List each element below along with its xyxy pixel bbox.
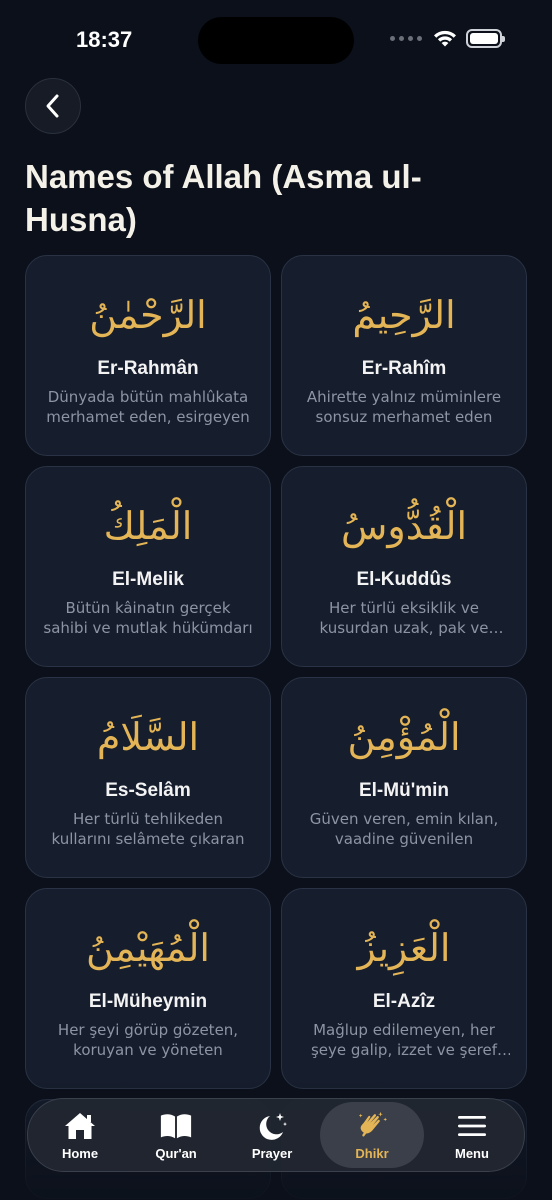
tab-label: Qur'an bbox=[155, 1146, 197, 1161]
hands-icon bbox=[355, 1109, 389, 1143]
transliteration: Es-Selâm bbox=[105, 780, 191, 801]
transliteration: El-Kuddûs bbox=[356, 569, 452, 590]
name-card[interactable]: الْمُؤْمِنُ El-Mü'min Güven veren, emin … bbox=[281, 677, 527, 878]
page-title: Names of Allah (Asma ul-Husna) bbox=[25, 158, 422, 238]
name-card[interactable]: الْمُهَيْمِنُ El-Müheymin Her şeyi görüp… bbox=[25, 888, 271, 1089]
name-card[interactable]: الرَّحْمٰنُ Er-Rahmân Dünyada bütün mahl… bbox=[25, 255, 271, 456]
description: Güven veren, emin kılan, vaadine güvenil… bbox=[309, 810, 499, 848]
tab-label: Home bbox=[61, 1146, 99, 1161]
description: Her türlü eksiklik ve kusurdan uzak, pak… bbox=[319, 599, 489, 637]
tab-label: Dhikr bbox=[355, 1146, 389, 1161]
tab-prayer[interactable]: Prayer bbox=[224, 1102, 320, 1168]
status-time: 18:37 bbox=[76, 27, 133, 52]
back-button[interactable] bbox=[25, 78, 81, 134]
arabic-name: الْمُؤْمِنُ bbox=[347, 715, 461, 759]
description: Her türlü tehlikeden kullarını selâmete … bbox=[51, 810, 245, 848]
cellular-signal-icon bbox=[390, 35, 422, 41]
names-grid: الرَّحْمٰنُ Er-Rahmân Dünyada bütün mahl… bbox=[25, 255, 527, 1199]
arabic-name: الْقُدُّوسُ bbox=[340, 504, 468, 548]
arabic-name: الْمُهَيْمِنُ bbox=[86, 926, 210, 970]
name-card[interactable]: السَّلَامُ Es-Selâm Her türlü tehlikeden… bbox=[25, 677, 271, 878]
name-card[interactable]: الْمَلِكُ El-Melik Bütün kâinatın gerçek… bbox=[25, 466, 271, 667]
transliteration: Er-Rahmân bbox=[97, 358, 199, 379]
arabic-name: الْعَزِيزُ bbox=[357, 926, 451, 970]
arabic-name: السَّلَامُ bbox=[96, 715, 200, 759]
arabic-name: الرَّحِيمُ bbox=[352, 293, 456, 337]
menu-icon bbox=[455, 1109, 489, 1143]
dynamic-island bbox=[198, 17, 354, 64]
wifi-icon bbox=[434, 30, 456, 47]
tab-label: Prayer bbox=[251, 1146, 293, 1161]
transliteration: El-Mü'min bbox=[358, 780, 449, 801]
tab-quran[interactable]: Qur'an bbox=[128, 1102, 224, 1168]
name-card[interactable]: الْعَزِيزُ El-Azîz Mağlup edilemeyen, he… bbox=[281, 888, 527, 1089]
status-bar: 18:37 bbox=[0, 0, 552, 80]
book-icon bbox=[159, 1109, 193, 1143]
transliteration: Er-Rahîm bbox=[361, 358, 447, 379]
name-card[interactable]: الْقُدُّوسُ El-Kuddûs Her türlü eksiklik… bbox=[281, 466, 527, 667]
battery-icon bbox=[466, 28, 505, 48]
description: Dünyada bütün mahlûkata merhamet eden, e… bbox=[46, 388, 250, 426]
arabic-name: الْمَلِكُ bbox=[103, 504, 193, 548]
moon-icon bbox=[255, 1109, 289, 1143]
transliteration: El-Melik bbox=[112, 569, 184, 590]
description: Mağlup edilemeyen, her şeye galip, izzet… bbox=[310, 1021, 498, 1059]
tab-home[interactable]: Home bbox=[32, 1102, 128, 1168]
tab-bar: Home Qur'an Prayer Dhikr Menu bbox=[27, 1098, 525, 1172]
status-icons bbox=[390, 28, 505, 48]
description: Ahirette yalnız müminlere sonsuz merhame… bbox=[306, 388, 502, 426]
name-card[interactable]: الرَّحِيمُ Er-Rahîm Ahirette yalnız mümi… bbox=[281, 255, 527, 456]
tab-dhikr[interactable]: Dhikr bbox=[320, 1102, 424, 1168]
transliteration: El-Azîz bbox=[372, 991, 436, 1012]
tab-label: Menu bbox=[455, 1146, 489, 1161]
arabic-name: الرَّحْمٰنُ bbox=[89, 293, 207, 337]
description: Bütün kâinatın gerçek sahibi ve mutlak h… bbox=[43, 599, 253, 637]
chevron-left-icon bbox=[46, 94, 59, 118]
tab-menu[interactable]: Menu bbox=[424, 1102, 520, 1168]
home-icon bbox=[63, 1109, 97, 1143]
description: Her şeyi görüp gözeten, koruyan ve yönet… bbox=[57, 1021, 239, 1059]
transliteration: El-Müheymin bbox=[88, 991, 208, 1012]
